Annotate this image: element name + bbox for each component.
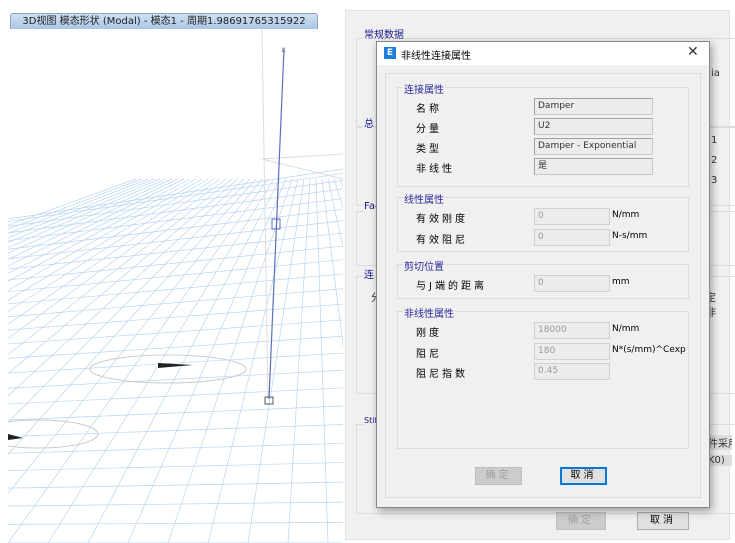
grid-line: [8, 319, 343, 345]
grid-line: [8, 178, 239, 375]
grid-line: [8, 178, 179, 260]
cancel-button[interactable]: 取消: [560, 467, 607, 485]
type-field[interactable]: Damper - Exponential: [534, 138, 653, 155]
distance-from-j-field[interactable]: 0: [534, 275, 610, 292]
app-icon: E: [384, 47, 396, 59]
grid-line: [8, 259, 343, 293]
field-label: 与J端的距离: [416, 281, 487, 292]
svg-text:x: x: [281, 45, 286, 54]
grid-line: [8, 178, 167, 249]
grid-line: [8, 424, 343, 437]
unit-label: N*(s/mm)^Cexp: [612, 345, 686, 355]
dialog-titlebar: E 非线性连接属性 ✕: [377, 42, 709, 65]
group-label: 剪切位置: [403, 258, 445, 273]
3d-view-canvas[interactable]: x: [8, 29, 343, 543]
grid-line: [87, 178, 281, 543]
grid-line: [8, 352, 343, 374]
group-label: 非线性属性: [403, 305, 455, 320]
field-label: 分量: [416, 124, 442, 135]
partial-text: ia: [711, 68, 720, 79]
partial-text: 3: [711, 175, 718, 186]
field-label: 刚度: [416, 328, 442, 339]
grid-line: [207, 178, 299, 543]
field-label: 有效刚度: [416, 214, 468, 225]
nonlinear-field[interactable]: 是: [534, 158, 653, 175]
partial-text: 件采用: [708, 435, 732, 450]
grid-line: [8, 173, 343, 222]
grid-line: [8, 481, 343, 489]
dialog-title: 非线性连接属性: [401, 51, 471, 62]
unit-label: mm: [612, 277, 630, 287]
view-tab[interactable]: 3D视图 模态形状 (Modal) - 模态1 - 周期1.9869176531…: [10, 13, 318, 29]
partial-text: 1: [711, 135, 718, 146]
grid-line: [8, 178, 209, 301]
grid-line: [8, 178, 215, 312]
group-label: 线性属性: [403, 191, 445, 206]
grid-line: [8, 288, 343, 318]
damping-field[interactable]: 180: [534, 343, 610, 360]
grid-line: [315, 178, 329, 543]
name-field[interactable]: Damper: [534, 98, 653, 115]
unit-label: N/mm: [612, 210, 640, 220]
grid-line: [8, 369, 343, 389]
field-label: 类型: [416, 144, 442, 155]
field-label: 有效阻尼: [416, 235, 468, 246]
grid-line: [8, 178, 233, 356]
group-label: 连接属性: [403, 81, 445, 96]
partial-text: 2: [711, 155, 718, 166]
grid-line: [8, 405, 343, 421]
grid-line: [8, 522, 343, 525]
group-label: 总: [363, 115, 375, 130]
stiffness-field[interactable]: 18000: [534, 322, 610, 339]
close-icon[interactable]: ✕: [687, 44, 699, 60]
grid-line: [8, 387, 343, 405]
ok-button[interactable]: 确定: [475, 467, 522, 485]
group-label: 常规数据: [363, 26, 405, 41]
model-grid: x: [8, 29, 343, 543]
unit-label: N/mm: [612, 324, 640, 334]
grid-line: [8, 178, 173, 254]
field-label: 名称: [416, 104, 442, 115]
grid-line: [8, 178, 143, 230]
panel-ok-button[interactable]: 确定: [556, 512, 606, 530]
grid-line: [8, 178, 257, 455]
field-label: 非线性: [416, 164, 455, 175]
nonlinear-link-dialog: E 非线性连接属性 ✕ 连接属性 名称 Damper 分量 U2 类型 Damp…: [376, 41, 710, 508]
damping-exponent-field[interactable]: 0.45: [534, 363, 610, 380]
effective-damping-field[interactable]: 0: [534, 229, 610, 246]
panel-cancel-button[interactable]: 取消: [637, 512, 689, 530]
grid-line: [287, 178, 311, 543]
field-label: 阻尼指数: [416, 369, 468, 380]
unit-label: N-s/mm: [612, 231, 648, 241]
field-label: 阻尼: [416, 349, 442, 360]
grid-line: [47, 178, 275, 543]
grid-line: [8, 501, 343, 507]
partial-text: K0): [708, 455, 732, 466]
effective-stiffness-field[interactable]: 0: [534, 208, 610, 225]
grid-line: [8, 273, 343, 305]
component-field[interactable]: U2: [534, 118, 653, 135]
grid-line: [8, 208, 343, 250]
grid-line: [8, 442, 343, 454]
group-label: 连: [363, 266, 375, 281]
